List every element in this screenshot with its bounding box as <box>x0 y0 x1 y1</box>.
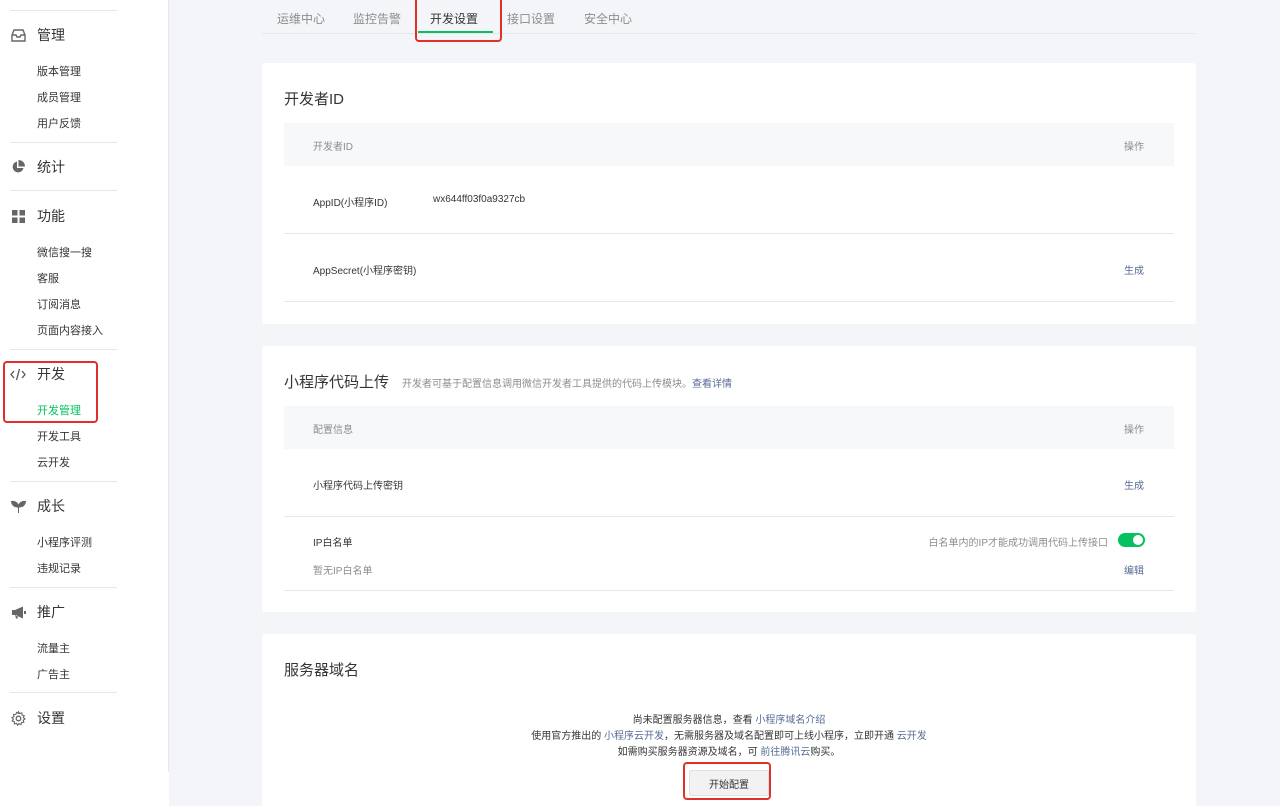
tab-security-center[interactable]: 安全中心 <box>584 10 632 27</box>
tab-ops-center[interactable]: 运维中心 <box>277 10 325 27</box>
sidebar-section-label: 推广 <box>37 604 65 620</box>
sidebar-item-dev-manage[interactable]: 开发管理 <box>37 404 81 418</box>
divider <box>10 10 117 11</box>
divider <box>10 349 117 350</box>
developer-id-card: 开发者ID 开发者ID 操作 AppID(小程序ID) wx644ff03f0a… <box>262 63 1196 324</box>
sidebar-section-features[interactable]: 功能 <box>10 206 65 226</box>
ip-whitelist-hint: 白名单内的IP才能成功调用代码上传接口 <box>928 538 1108 549</box>
sidebar-item-evaluation[interactable]: 小程序评测 <box>37 536 92 550</box>
info-text: 尚未配置服务器信息，查看 <box>632 715 753 726</box>
divider <box>10 692 117 693</box>
domain-intro-link[interactable]: 小程序域名介绍 <box>755 715 825 726</box>
column-header: 操作 <box>1124 142 1144 153</box>
sidebar-section-promotion[interactable]: 推广 <box>10 602 65 622</box>
sidebar-item-cloud-dev[interactable]: 云开发 <box>37 456 70 470</box>
sidebar: 管理 版本管理 成员管理 用户反馈 统计 功能 微信搜一搜 客服 订阅消息 页面… <box>0 0 169 806</box>
edit-ip-whitelist-link[interactable]: 编辑 <box>1124 562 1144 577</box>
row-divider <box>284 233 1174 234</box>
sidebar-section-growth[interactable]: 成长 <box>10 496 65 516</box>
sidebar-section-label: 设置 <box>37 710 65 726</box>
sidebar-item-advertiser[interactable]: 广告主 <box>37 668 70 682</box>
grid-icon <box>10 208 26 224</box>
ip-whitelist-label: IP白名单 <box>313 538 353 549</box>
code-upload-card: 小程序代码上传 开发者可基于配置信息调用微信开发者工具提供的代码上传模块。查看详… <box>262 346 1196 612</box>
pie-chart-icon <box>10 159 26 175</box>
appsecret-label: AppSecret(小程序密钥) <box>313 266 417 277</box>
gear-icon <box>10 710 26 726</box>
open-cloud-dev-link[interactable]: 云开发 <box>897 731 927 742</box>
sidebar-item-customer-service[interactable]: 客服 <box>37 272 59 286</box>
column-header: 操作 <box>1124 425 1144 436</box>
row-divider <box>284 590 1174 591</box>
sidebar-item-dev-tools[interactable]: 开发工具 <box>37 430 81 444</box>
tencent-cloud-line: 如需购买服务器资源及域名，可 前往腾讯云购买。 <box>262 743 1196 758</box>
ip-whitelist-toggle[interactable] <box>1118 533 1145 547</box>
info-text: 如需购买服务器资源及域名，可 <box>617 747 758 758</box>
sidebar-section-settings[interactable]: 设置 <box>10 708 65 728</box>
inbox-icon <box>10 27 26 43</box>
sidebar-item-violations[interactable]: 违规记录 <box>37 562 81 576</box>
code-icon <box>10 366 26 382</box>
table-header: 配置信息 操作 <box>284 406 1174 449</box>
tab-monitoring[interactable]: 监控告警 <box>353 10 401 27</box>
sidebar-item-version[interactable]: 版本管理 <box>37 65 81 79</box>
upload-key-label: 小程序代码上传密钥 <box>313 481 403 492</box>
sidebar-section-develop[interactable]: 开发 <box>10 364 65 384</box>
cloud-dev-link[interactable]: 小程序云开发 <box>604 731 664 742</box>
tab-bar <box>262 0 1196 34</box>
card-title: 开发者ID <box>284 91 345 108</box>
sidebar-section-stats[interactable]: 统计 <box>10 157 65 177</box>
tencent-cloud-link[interactable]: 前往腾讯云 <box>760 747 810 758</box>
description-text: 开发者可基于配置信息调用微信开发者工具提供的代码上传模块。 <box>402 379 692 390</box>
megaphone-icon <box>10 604 26 620</box>
tab-dev-settings[interactable]: 开发设置 <box>430 10 478 27</box>
tab-api-settings[interactable]: 接口设置 <box>507 10 555 27</box>
toggle-knob <box>1133 535 1143 545</box>
sidebar-item-traffic-owner[interactable]: 流量主 <box>37 642 70 656</box>
appid-value: wx644ff03f0a9327cb <box>433 194 526 205</box>
ip-whitelist-empty: 暂无IP白名单 <box>313 566 373 577</box>
view-details-link[interactable]: 查看详情 <box>692 379 732 390</box>
column-header: 开发者ID <box>313 142 353 153</box>
sidebar-item-page-content[interactable]: 页面内容接入 <box>37 324 103 338</box>
generate-key-link[interactable]: 生成 <box>1124 477 1144 492</box>
sidebar-section-label: 开发 <box>37 366 65 382</box>
server-info-line: 尚未配置服务器信息，查看 小程序域名介绍 <box>262 711 1196 726</box>
sidebar-item-feedback[interactable]: 用户反馈 <box>37 117 81 131</box>
info-text: 购买。 <box>810 747 841 758</box>
divider <box>10 142 117 143</box>
sidebar-section-label: 管理 <box>37 27 65 43</box>
sidebar-section-label: 成长 <box>37 498 65 514</box>
cloud-dev-line: 使用官方推出的 小程序云开发，无需服务器及域名配置即可上线小程序，立即开通 云开… <box>262 727 1196 742</box>
server-domain-card: 服务器域名 尚未配置服务器信息，查看 小程序域名介绍 使用官方推出的 小程序云开… <box>262 634 1196 806</box>
sidebar-item-wechat-search[interactable]: 微信搜一搜 <box>37 246 92 260</box>
divider <box>10 190 117 191</box>
sidebar-border <box>168 0 169 772</box>
sprout-icon <box>10 498 26 514</box>
divider <box>10 481 117 482</box>
card-title: 服务器域名 <box>284 662 360 679</box>
start-config-button[interactable]: 开始配置 <box>689 770 769 796</box>
appid-label: AppID(小程序ID) <box>313 198 388 209</box>
row-divider <box>284 516 1174 517</box>
sidebar-section-label: 功能 <box>37 208 65 224</box>
sidebar-item-members[interactable]: 成员管理 <box>37 91 81 105</box>
sidebar-section-manage[interactable]: 管理 <box>10 25 65 45</box>
active-tab-indicator <box>418 31 493 33</box>
sidebar-item-subscribe-msg[interactable]: 订阅消息 <box>37 298 81 312</box>
row-divider <box>284 301 1174 302</box>
card-description: 开发者可基于配置信息调用微信开发者工具提供的代码上传模块。查看详情 <box>402 375 732 390</box>
generate-secret-link[interactable]: 生成 <box>1124 262 1144 277</box>
card-title: 小程序代码上传 <box>284 374 390 391</box>
sidebar-section-label: 统计 <box>37 159 65 175</box>
info-text: ，无需服务器及域名配置即可上线小程序，立即开通 <box>664 731 894 742</box>
info-text: 使用官方推出的 <box>531 731 602 742</box>
column-header: 配置信息 <box>313 425 353 436</box>
divider <box>10 587 117 588</box>
table-header: 开发者ID 操作 <box>284 123 1174 166</box>
